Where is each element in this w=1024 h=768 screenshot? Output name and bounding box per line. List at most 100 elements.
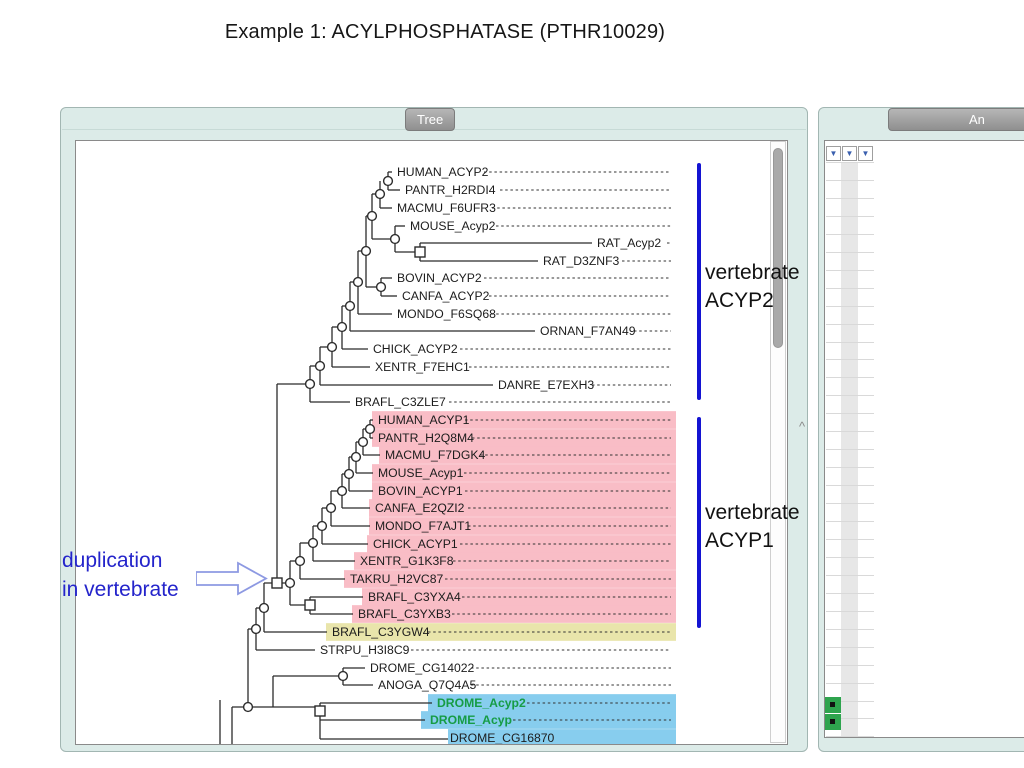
tab-tree[interactable]: Tree	[405, 108, 456, 131]
annotation-grid-line	[826, 287, 874, 289]
speciation-node-icon[interactable]	[250, 623, 262, 635]
tree-leaf-label[interactable]: MOUSE_Acyp2	[410, 219, 496, 233]
tree-leaf-label[interactable]: DANRE_E7EXH3	[498, 378, 594, 392]
tree-leaf-label[interactable]: DROME_Acyp2	[437, 696, 526, 710]
speciation-node-icon[interactable]	[357, 436, 369, 448]
speciation-node-icon[interactable]	[336, 485, 348, 497]
tree-leaf-label[interactable]: BRAFL_C3YXB3	[358, 607, 451, 621]
tree-leaf-label[interactable]: DROME_CG14022	[370, 661, 475, 675]
tree-leaf-label[interactable]: XENTR_F7EHC1	[375, 360, 470, 374]
speciation-node-icon[interactable]	[294, 555, 306, 567]
speciation-node-icon[interactable]	[326, 341, 338, 353]
speciation-node-icon[interactable]	[374, 188, 386, 200]
tree-leaf-label[interactable]: MACMU_F7DGK4	[385, 448, 485, 462]
annotation-grid-line	[826, 503, 874, 505]
duplication-arrow-icon	[196, 561, 268, 596]
phylogenetic-tree-canvas[interactable]: HUMAN_ACYP2 PANTR_H2RDI4 MACMU_F6UFR3 MOUSE…	[76, 141, 787, 744]
tree-leaf-label[interactable]: ANOGA_Q7Q4A5	[378, 678, 476, 692]
tree-leaf-label[interactable]: PANTR_H2RDI4	[405, 183, 496, 197]
speciation-node-icon[interactable]	[304, 378, 316, 390]
tree-leaf-label[interactable]: MONDO_F6SQ68	[397, 307, 496, 321]
annotation-grid-line	[826, 682, 874, 684]
annotation-grid-line	[826, 233, 874, 235]
annotation-grid-line	[826, 305, 874, 307]
tree-leaf-label[interactable]: BRAFL_C3YXA4	[368, 590, 461, 604]
annotation-grid-line	[826, 377, 874, 379]
annotation-grid-line	[826, 197, 874, 199]
annotation-grid-line	[826, 323, 874, 325]
speciation-node-icon[interactable]	[350, 451, 362, 463]
tree-leaf-label[interactable]: RAT_Acyp2	[597, 236, 661, 250]
speciation-node-icon[interactable]	[375, 281, 387, 293]
speciation-node-icon[interactable]	[366, 210, 378, 222]
column-filter-dropdown-triangle-icon[interactable]: ▼	[858, 146, 873, 161]
annotation-grid-line	[826, 556, 874, 558]
annotation-mark-green[interactable]	[825, 714, 841, 730]
annotation-grid-line	[826, 413, 874, 415]
tree-leaf-label[interactable]: STRPU_H3I8C9	[320, 643, 410, 657]
tree-leaf-label[interactable]: CHICK_ACYP1	[373, 537, 458, 551]
annotation-grid-line	[826, 574, 874, 576]
speciation-node-icon[interactable]	[343, 468, 355, 480]
tree-leaf-label[interactable]: TAKRU_H2VC87	[350, 572, 443, 586]
tree-leaf-label[interactable]: XENTR_G1K3F8	[360, 554, 454, 568]
tree-leaf-label[interactable]: BOVIN_ACYP1	[378, 484, 463, 498]
speciation-node-icon[interactable]	[389, 233, 401, 245]
duplication-node-icon[interactable]	[271, 577, 283, 589]
tree-leaf-label[interactable]: MONDO_F7AJT1	[375, 519, 471, 533]
speciation-node-icon[interactable]	[336, 321, 348, 333]
tree-scrollbar-thumb[interactable]	[773, 148, 783, 348]
annotation-grid-line	[826, 179, 874, 181]
annotation-grid-line	[826, 736, 874, 738]
column-filter-dropdown-triangle-icon[interactable]: ▼	[826, 146, 841, 161]
speciation-node-icon[interactable]	[314, 360, 326, 372]
column-filter-dropdown-triangle-icon[interactable]: ▼	[842, 146, 857, 161]
tree-leaf-label[interactable]: ORNAN_F7AN49	[540, 324, 636, 338]
tree-leaf-label[interactable]: BRAFL_C3YGW4	[332, 625, 430, 639]
tree-leaf-label[interactable]: PANTR_H2Q8M4	[378, 431, 474, 445]
speciation-node-icon[interactable]	[382, 175, 394, 187]
tree-leaf-label[interactable]: BRAFL_C3ZLE7	[355, 395, 446, 409]
speciation-node-icon[interactable]	[325, 502, 337, 514]
tree-leaf-label[interactable]: HUMAN_ACYP1	[378, 413, 470, 427]
annotation-mark-green[interactable]	[825, 697, 841, 713]
speciation-node-icon[interactable]	[258, 602, 270, 614]
speciation-node-icon[interactable]	[344, 300, 356, 312]
tree-leaf-label[interactable]: DROME_CG16870	[450, 731, 555, 744]
panel-divider-chevron-icon[interactable]: ^	[799, 419, 805, 434]
speciation-node-icon[interactable]	[242, 701, 254, 713]
tab-annotations[interactable]: An	[888, 108, 1024, 131]
annotation-grid-line	[826, 485, 874, 487]
annotation-grid-line	[826, 269, 874, 271]
tree-leaf-label[interactable]: BOVIN_ACYP2	[397, 271, 482, 285]
annotation-grid-line	[826, 359, 874, 361]
tree-leaf-label[interactable]: DROME_Acyp	[430, 713, 512, 727]
speciation-node-icon[interactable]	[284, 577, 296, 589]
tree-leaf-label[interactable]: CANFA_E2QZI2	[375, 501, 465, 515]
annotation-grid-line	[826, 449, 874, 451]
tree-leaf-label[interactable]: CHICK_ACYP2	[373, 342, 458, 356]
clade-label-acyp2: vertebrate ACYP2	[705, 261, 800, 312]
annotation-grid-line	[826, 215, 874, 217]
annotation-grid-line	[826, 592, 874, 594]
speciation-node-icon[interactable]	[352, 276, 364, 288]
annotation-grid-line	[826, 538, 874, 540]
annotation-grid-line	[826, 395, 874, 397]
speciation-node-icon[interactable]	[316, 520, 328, 532]
clade-label-acyp1: vertebrate ACYP1	[705, 501, 800, 552]
speciation-node-icon[interactable]	[307, 537, 319, 549]
annotation-grid-line	[826, 251, 874, 253]
tree-leaf-label[interactable]: HUMAN_ACYP2	[397, 165, 489, 179]
tree-leaf-label[interactable]: CANFA_ACYP2	[402, 289, 490, 303]
speciation-node-icon[interactable]	[360, 245, 372, 257]
speciation-node-icon[interactable]	[364, 423, 376, 435]
duplication-node-icon[interactable]	[414, 246, 426, 258]
tree-leaf-label[interactable]: MOUSE_Acyp1	[378, 466, 464, 480]
speciation-node-icon[interactable]	[337, 670, 349, 682]
slide-title: Example 1: ACYLPHOSPHATASE (PTHR10029)	[224, 21, 666, 43]
duplication-node-icon[interactable]	[304, 599, 316, 611]
tree-leaf-label[interactable]: RAT_D3ZNF3	[543, 254, 620, 268]
duplication-node-icon[interactable]	[314, 705, 326, 717]
tree-scrollbar[interactable]	[770, 141, 786, 743]
tree-leaf-label[interactable]: MACMU_F6UFR3	[397, 201, 496, 215]
